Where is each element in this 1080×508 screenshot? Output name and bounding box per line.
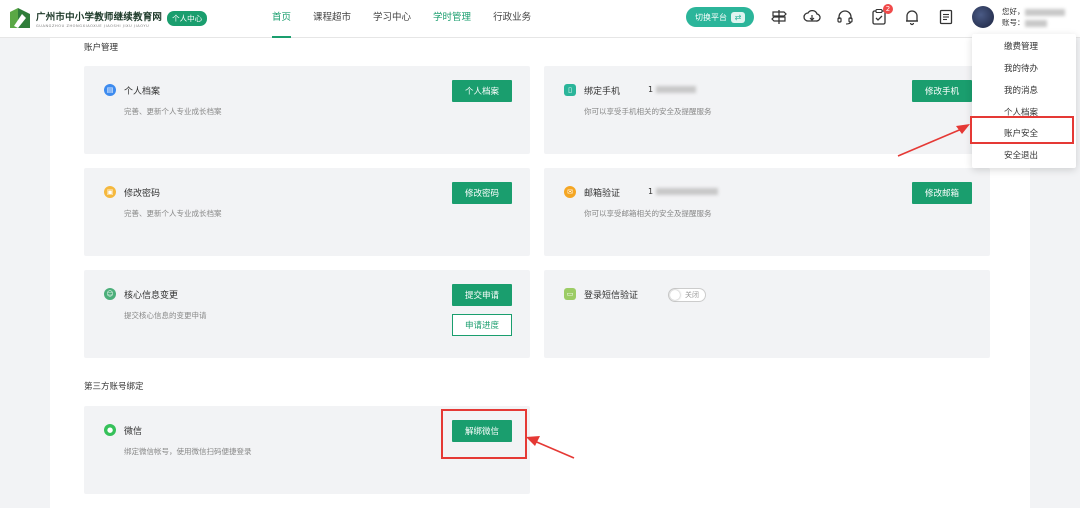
toggle-label: 关闭 [685,291,699,299]
redacted-account [1024,19,1047,27]
toggle-knob [670,290,680,300]
nav-home[interactable]: 首页 [272,0,292,38]
switch-platform-button[interactable]: 切换平台 ⇄ [686,7,754,27]
switch-icon: ⇄ [731,11,745,23]
user-icon: ☺ [104,288,116,300]
account-management-title: 账户管理 [84,43,119,53]
phone-icon: ▯ [564,84,576,96]
menu-item-messages[interactable]: 我的消息 [1004,84,1038,96]
switch-platform-label: 切换平台 [695,12,727,22]
sms-login-card: ▭ 登录短信验证 关闭 [544,270,990,358]
signpost-icon[interactable] [770,8,788,26]
sms-login-toggle[interactable]: 关闭 [668,288,706,302]
notification-count-badge: 2 [883,4,893,14]
profile-desc: 完善、更新个人专业成长档案 [124,107,222,116]
document-list-icon[interactable] [937,8,955,26]
site-logo[interactable]: 广州市中小学教师继续教育网 GUANGZHOU ZHONGXIAOXUE JIA… [8,6,208,30]
redacted-name [1024,8,1065,16]
email-address: 1 [648,187,718,196]
bell-icon[interactable] [903,8,921,26]
nav-learning-center[interactable]: 学习中心 [373,0,411,38]
cloud-download-icon[interactable] [803,8,821,26]
message-icon: ▭ [564,288,576,300]
nav-hours-management[interactable]: 学时管理 [433,0,471,38]
change-phone-button[interactable]: 修改手机 [912,80,972,102]
mail-icon: ✉ [564,186,576,198]
user-avatar[interactable] [972,6,994,28]
headset-icon[interactable] [836,8,854,26]
phone-title: 绑定手机 [584,87,621,97]
profile-title: 个人档案 [124,87,161,97]
email-desc: 你可以享受邮箱相关的安全及提醒服务 [584,209,712,218]
sms-login-title: 登录短信验证 [584,291,639,301]
wechat-desc: 绑定微信帐号，使用微信扫码便捷登录 [124,447,252,456]
phone-card: ▯ 绑定手机 1 你可以享受手机相关的安全及提醒服务 修改手机 [544,66,990,154]
personal-center-badge: 个人中心 [167,10,208,26]
menu-item-payment[interactable]: 缴费管理 [1004,40,1038,52]
account-security-highlight [970,116,1074,144]
password-card: ▣ 修改密码 完善、更新个人专业成长档案 修改密码 [84,168,530,256]
lock-icon: ▣ [104,186,116,198]
email-title: 邮箱验证 [584,189,621,199]
nav-admin-affairs[interactable]: 行政业务 [493,0,531,38]
menu-item-todo[interactable]: 我的待办 [1004,62,1038,74]
logo-icon [8,6,32,30]
wechat-icon: ● [104,424,116,436]
core-info-desc: 提交核心信息的变更申请 [124,311,207,320]
password-title: 修改密码 [124,189,161,199]
phone-desc: 你可以享受手机相关的安全及提醒服务 [584,107,712,116]
change-password-button[interactable]: 修改密码 [452,182,512,204]
top-header: 广州市中小学教师继续教育网 GUANGZHOU ZHONGXIAOXUE JIA… [0,0,1080,38]
file-icon: ▤ [104,84,116,96]
wechat-title: 微信 [124,427,143,437]
user-dropdown-menu: 缴费管理 我的待办 我的消息 个人档案 账户安全 安全退出 [970,34,1076,168]
application-progress-button[interactable]: 申请进度 [452,314,512,336]
logo-subtitle: GUANGZHOU ZHONGXIAOXUE JIAOSHI JIXU JIAO… [36,23,150,28]
profile-button[interactable]: 个人档案 [452,80,512,102]
main-nav: 首页 课程超市 学习中心 学时管理 行政业务 [272,0,553,38]
task-clipboard-icon[interactable]: 2 [870,4,893,26]
user-greeting[interactable]: 您好， 账号： [1002,6,1065,28]
phone-number: 1 [648,85,696,94]
core-info-card: ☺ 核心信息变更 提交核心信息的变更申请 提交申请 申请进度 [84,270,530,358]
greeting-account: 账号： [1002,18,1025,27]
menu-item-logout[interactable]: 安全退出 [1004,149,1038,161]
profile-card: ▤ 个人档案 完善、更新个人专业成长档案 个人档案 [84,66,530,154]
change-email-button[interactable]: 修改邮箱 [912,182,972,204]
email-card: ✉ 邮箱验证 1 你可以享受邮箱相关的安全及提醒服务 修改邮箱 [544,168,990,256]
third-party-title: 第三方账号绑定 [84,382,144,392]
password-desc: 完善、更新个人专业成长档案 [124,209,222,218]
submit-application-button[interactable]: 提交申请 [452,284,512,306]
main-panel: 账户管理 ▤ 个人档案 完善、更新个人专业成长档案 个人档案 ▯ 绑定手机 1 … [50,38,1030,508]
logo-title: 广州市中小学教师继续教育网 [36,11,163,23]
greeting-hello: 您好， [1002,7,1025,16]
nav-course-market[interactable]: 课程超市 [313,0,351,38]
unbind-wechat-highlight [441,409,527,459]
core-info-title: 核心信息变更 [124,291,179,301]
